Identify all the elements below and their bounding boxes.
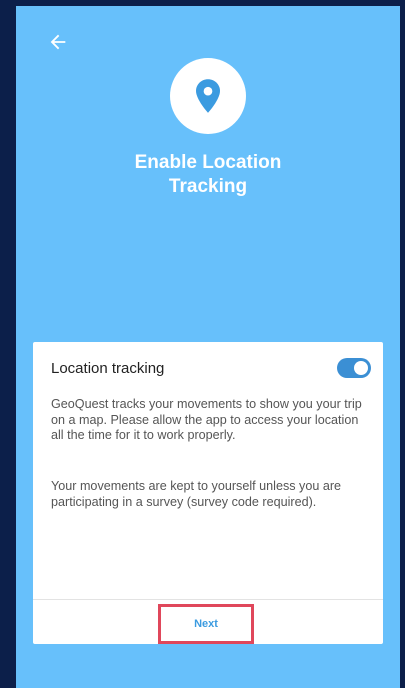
- device-frame: Enable Location Tracking Location tracki…: [0, 0, 405, 688]
- description-paragraph: GeoQuest tracks your movements to show y…: [51, 397, 362, 443]
- page-title-line2: Tracking: [168, 176, 248, 197]
- location-card: Location tracking GeoQuest tracks your m…: [33, 342, 383, 644]
- location-toggle[interactable]: [337, 358, 371, 378]
- page-title: Enable Location Tracking: [16, 151, 400, 199]
- privacy-paragraph: Your movements are kept to yourself unle…: [51, 479, 342, 509]
- back-button[interactable]: [44, 28, 72, 56]
- page-title-line1: Enable Location: [134, 152, 282, 173]
- card-title: Location tracking: [51, 360, 165, 377]
- next-button[interactable]: Next: [158, 604, 254, 644]
- arrow-left-icon: [50, 34, 66, 50]
- screen: Enable Location Tracking Location tracki…: [16, 6, 400, 688]
- toggle-knob: [354, 361, 368, 375]
- location-logo: [170, 58, 246, 134]
- card-header: Location tracking: [51, 356, 371, 382]
- location-pin-icon: [196, 79, 220, 113]
- divider: [33, 599, 383, 600]
